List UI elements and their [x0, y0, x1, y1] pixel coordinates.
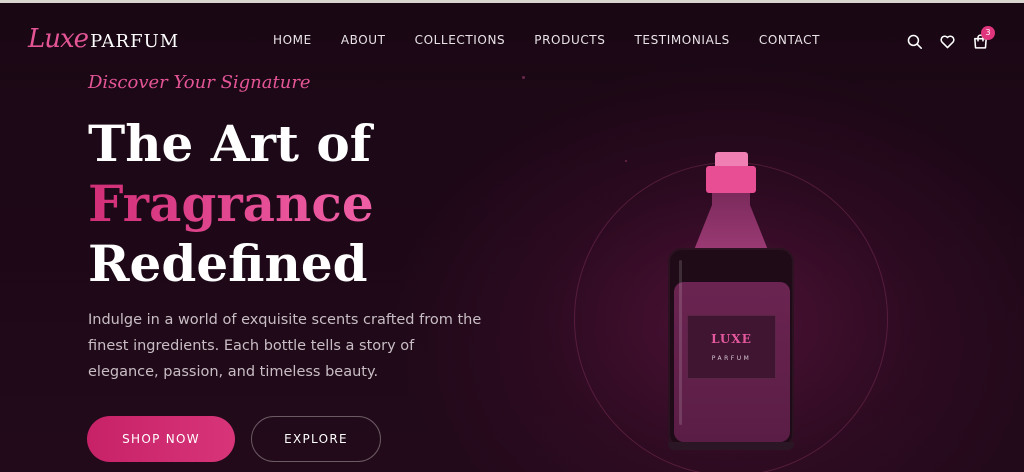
- bottle-label-brand: LUXE: [711, 332, 752, 346]
- nav-item-products[interactable]: PRODUCTS: [534, 33, 605, 47]
- hero-headline: The Art of Fragrance Redefined: [88, 114, 374, 294]
- brand-logo[interactable]: Luxe PARFUM: [28, 24, 179, 56]
- logo-script-text: Luxe: [28, 24, 89, 54]
- nav-item-collections[interactable]: COLLECTIONS: [415, 33, 506, 47]
- logo-word-text: PARFUM: [90, 31, 180, 52]
- bottle-label: LUXE PARFUM: [687, 315, 776, 379]
- headline-line-1: The Art of: [88, 114, 372, 173]
- shop-now-button[interactable]: SHOP NOW: [87, 416, 235, 462]
- main-nav: HOME ABOUT COLLECTIONS PRODUCTS TESTIMON…: [273, 33, 849, 47]
- hero-description: Indulge in a world of exquisite scents c…: [88, 312, 482, 380]
- cart-count-badge: 3: [981, 26, 995, 40]
- nav-item-home[interactable]: HOME: [273, 33, 312, 47]
- bottle-shine: [679, 260, 682, 425]
- hero-eyebrow: Discover Your Signature: [88, 72, 311, 93]
- bottle-cap: [706, 166, 756, 193]
- bottle-base: [668, 442, 794, 450]
- explore-button[interactable]: EXPLORE: [251, 416, 381, 462]
- top-border: [0, 0, 1024, 3]
- headline-line-3: Redefined: [88, 234, 368, 293]
- bottle-neck: [694, 193, 768, 250]
- shopping-bag-icon[interactable]: 3: [972, 26, 995, 50]
- nav-item-testimonials[interactable]: TESTIMONIALS: [634, 33, 729, 47]
- search-icon[interactable]: [906, 33, 923, 50]
- sparkle-dot: [625, 160, 627, 162]
- heart-icon[interactable]: [939, 33, 956, 50]
- header-actions: 3: [906, 26, 995, 50]
- headline-line-2: Fragrance: [88, 174, 374, 233]
- sparkle-dot: [522, 76, 525, 79]
- nav-item-contact[interactable]: CONTACT: [759, 33, 820, 47]
- perfume-bottle-illustration: LUXE PARFUM: [668, 152, 794, 452]
- nav-item-about[interactable]: ABOUT: [341, 33, 386, 47]
- bottle-label-sub: PARFUM: [711, 355, 752, 362]
